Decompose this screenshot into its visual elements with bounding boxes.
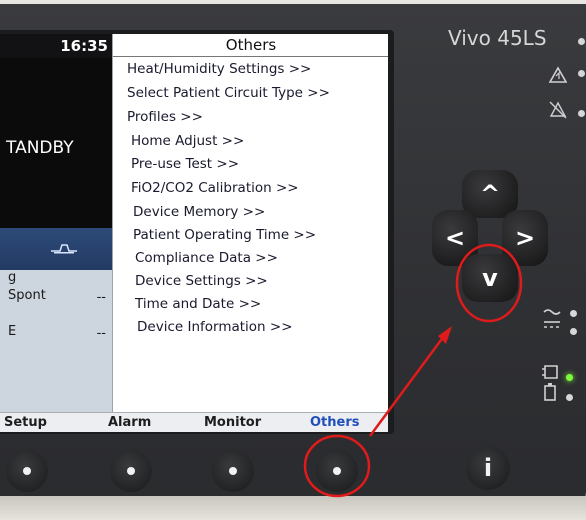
menu-item-device-settings[interactable]: Device Settings >>: [135, 273, 268, 289]
tab-monitor[interactable]: Monitor: [204, 415, 261, 430]
menu-item-compliance-data[interactable]: Compliance Data >>: [135, 250, 278, 266]
menu-item-circuit-type[interactable]: Select Patient Circuit Type >>: [127, 85, 330, 101]
softkey-2[interactable]: [110, 450, 152, 492]
softkey-3[interactable]: [212, 450, 254, 492]
chevron-up-icon: ^: [479, 180, 501, 208]
alarm-led: [578, 70, 585, 77]
ac-dc-power-icon: [543, 309, 561, 328]
alarm-mute-icon: [549, 101, 567, 119]
ventilation-status-strip: [0, 228, 112, 270]
others-menu: Others Heat/Humidity Settings >> Select …: [112, 34, 388, 412]
menu-item-home-adjust[interactable]: Home Adjust >>: [131, 133, 244, 149]
power-led: [566, 374, 573, 381]
softkey-dot: [333, 467, 341, 475]
brand-label: Vivo 45LS: [448, 26, 547, 50]
menu-item-fio2-co2-calibration[interactable]: FiO2/CO2 Calibration >>: [131, 180, 299, 196]
navigation-pad: ^ < > v: [432, 170, 548, 302]
ac-led: [570, 310, 577, 317]
chevron-left-icon: <: [444, 224, 466, 252]
info-button[interactable]: i: [466, 446, 510, 490]
ventilator-device: 16:35 TANDBY g Spont -- E -- Others Heat…: [0, 4, 586, 510]
battery-icon: [542, 365, 558, 401]
alarm-triangle-icon: [548, 66, 568, 83]
menu-item-heat-humidity[interactable]: Heat/Humidity Settings >>: [127, 61, 311, 77]
info-icon: i: [483, 454, 493, 482]
battery-led: [566, 394, 573, 401]
menu-item-time-and-date[interactable]: Time and Date >>: [135, 296, 261, 312]
tab-others[interactable]: Others: [310, 415, 360, 430]
menu-item-device-information[interactable]: Device Information >>: [137, 319, 293, 335]
param-value: --: [96, 290, 106, 305]
chevron-down-icon: v: [482, 264, 498, 292]
softkey-dot: [229, 467, 237, 475]
softkey-dot: [23, 467, 31, 475]
ventilation-icon: [51, 244, 77, 254]
param-label: g: [8, 270, 17, 285]
down-button[interactable]: v: [462, 254, 518, 302]
dc-led: [570, 328, 577, 335]
clock: 16:35: [60, 37, 108, 55]
menu-item-pre-use-test[interactable]: Pre-use Test >>: [131, 156, 239, 172]
menu-item-device-memory[interactable]: Device Memory >>: [133, 204, 265, 220]
standby-label: TANDBY: [6, 138, 74, 158]
menu-item-profiles[interactable]: Profiles >>: [127, 109, 203, 125]
softkey-dot: [127, 467, 135, 475]
menu-title: Others: [113, 34, 388, 57]
tab-bar: Setup Alarm Monitor Others: [0, 412, 388, 432]
param-value: --: [96, 326, 106, 341]
display-screen: 16:35 TANDBY g Spont -- E -- Others Heat…: [0, 34, 388, 432]
tab-alarm[interactable]: Alarm: [108, 415, 151, 430]
softkey-1[interactable]: [6, 450, 48, 492]
mute-led: [578, 110, 585, 117]
parameters-panel: g Spont -- E --: [0, 270, 112, 414]
up-button[interactable]: ^: [462, 170, 518, 218]
status-bar: 16:35: [0, 34, 112, 58]
param-label: E: [8, 324, 17, 339]
param-label: Spont: [8, 288, 46, 303]
standby-panel: TANDBY: [0, 58, 112, 228]
tab-setup[interactable]: Setup: [4, 415, 47, 430]
softkey-4[interactable]: [316, 450, 358, 492]
menu-item-patient-operating-time[interactable]: Patient Operating Time >>: [133, 227, 316, 243]
device-base: [0, 496, 586, 520]
chevron-right-icon: >: [514, 224, 536, 252]
top-led: [578, 38, 585, 45]
